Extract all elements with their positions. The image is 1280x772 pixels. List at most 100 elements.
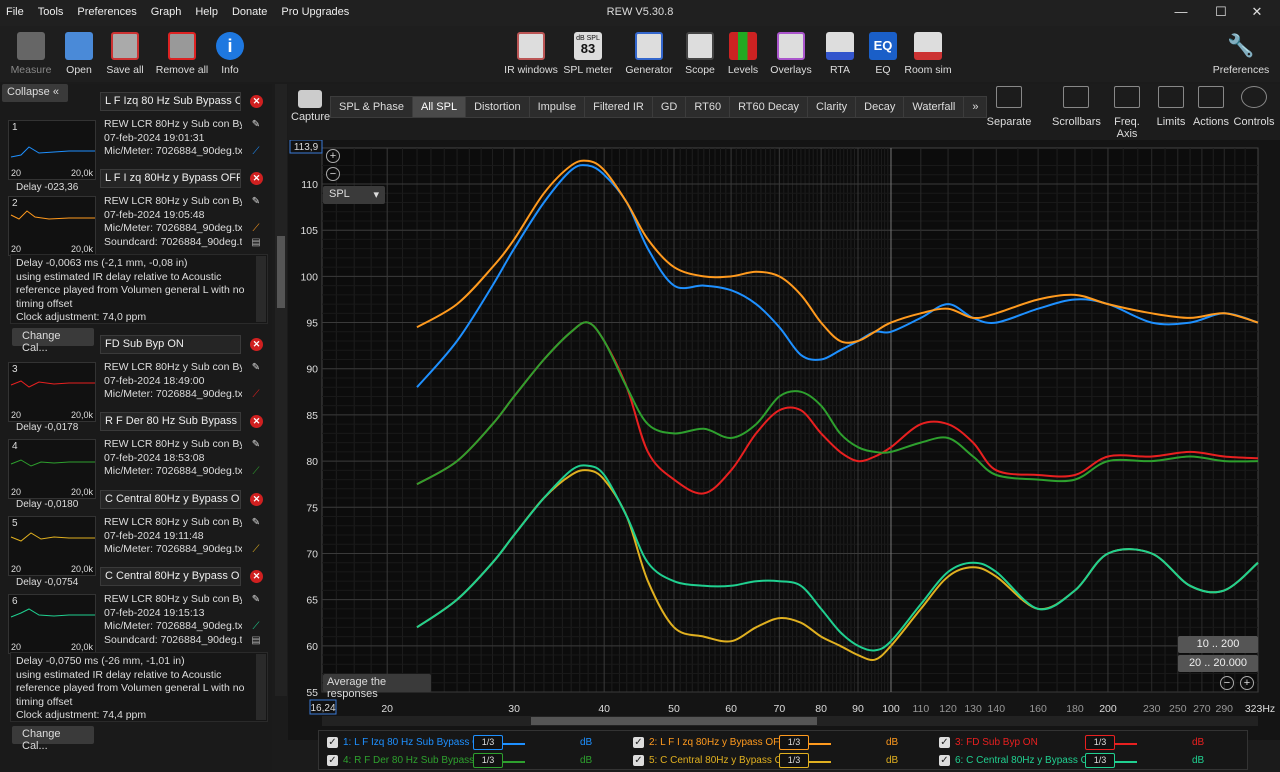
change-cal-button[interactable]: Change Cal... (12, 328, 94, 354)
tab-more[interactable]: » (963, 96, 988, 118)
zoom-out-x-icon[interactable]: − (1220, 676, 1234, 690)
measurement-name-1[interactable]: L F Izq 80 Hz Sub Bypass ON (100, 92, 241, 111)
generator-icon (635, 32, 663, 60)
tab-waterfall[interactable]: Waterfall (903, 96, 964, 118)
measurement-thumbnail-4[interactable]: 4 20 20,0k (8, 439, 96, 499)
checkbox-icon[interactable]: ✓ (939, 755, 950, 766)
menu-graph[interactable]: Graph (151, 6, 182, 18)
measurement-info-2: REW LCR 80Hz y Sub con Bypa 07-feb-2024 … (104, 195, 242, 248)
close-measurement-icon[interactable]: ✕ (250, 338, 263, 351)
measurement-name-5[interactable]: C Central 80Hz y Bypass ON (100, 490, 241, 509)
menu-help[interactable]: Help (195, 6, 218, 18)
measurement-name-2[interactable]: L F I zq 80Hz y Bypass OFF fe (100, 169, 241, 188)
tab-rt60-decay[interactable]: RT60 Decay (729, 96, 807, 118)
menu-preferences[interactable]: Preferences (77, 6, 136, 18)
measurement-side-icons: ✎ ⟋ ▤ (251, 196, 261, 248)
measurement-thumbnail-3[interactable]: 3 20 20,0k (8, 362, 96, 422)
measurement-thumbnail-6[interactable]: 6 20 20,0k (8, 594, 96, 654)
actions-button[interactable]: Actions (1192, 86, 1230, 128)
menu-donate[interactable]: Donate (232, 6, 267, 18)
close-measurement-icon[interactable]: ✕ (250, 570, 263, 583)
delay-scrollbar[interactable] (256, 654, 266, 720)
measurement-side-icons: ✎ ⟋ ▤ (251, 594, 261, 646)
close-measurement-icon[interactable]: ✕ (250, 172, 263, 185)
checkbox-icon[interactable]: ✓ (939, 737, 950, 748)
eq-button[interactable]: EQ EQ (868, 32, 898, 76)
controls-button[interactable]: Controls (1232, 86, 1276, 128)
open-button[interactable]: Open (60, 32, 98, 76)
tab-distortion[interactable]: Distortion (465, 96, 529, 118)
preferences-button[interactable]: 🔧 Preferences (1212, 32, 1270, 76)
overlays-button[interactable]: Overlays (770, 32, 812, 76)
checkbox-icon[interactable]: ✓ (327, 737, 338, 748)
tab-rt60[interactable]: RT60 (685, 96, 730, 118)
y-tick-label: 105 (300, 225, 318, 237)
close-measurement-icon[interactable]: ✕ (250, 493, 263, 506)
x-tick-label: 230 (1143, 703, 1161, 715)
separate-button[interactable]: Separate (986, 86, 1032, 128)
info-button[interactable]: i Info (214, 32, 246, 76)
remove-all-button[interactable]: Remove all (154, 32, 210, 76)
menu-pro-upgrades[interactable]: Pro Upgrades (281, 6, 349, 18)
spl-graph[interactable]: 55 60 65 70 75 80 85 90 95 100 105 110 20 30 40 50 60 70 8… (288, 140, 1280, 740)
x-tick-label: 100 (882, 703, 900, 715)
close-measurement-icon[interactable]: ✕ (250, 95, 263, 108)
range-10-200-button[interactable]: 10 .. 200 (1178, 636, 1258, 653)
room-sim-button[interactable]: Room sim (904, 32, 952, 76)
collapse-button[interactable]: Collapse « (2, 84, 68, 102)
tab-decay[interactable]: Decay (855, 96, 904, 118)
measurement-thumbnail-1[interactable]: 1 20 20,0k (8, 120, 96, 180)
x-tick-label: 140 (988, 703, 1006, 715)
y-tick-label: 55 (306, 687, 318, 699)
spl-chart[interactable]: 55 60 65 70 75 80 85 90 95 100 105 110 20 30 40 50 60 70 8… (288, 140, 1280, 732)
measure-icon (17, 32, 45, 60)
measurement-name-4[interactable]: R F Der 80 Hz Sub Bypass OF (100, 412, 241, 431)
measure-button[interactable]: Measure (8, 32, 54, 76)
close-icon[interactable]: ✕ (1242, 4, 1272, 22)
delay-scrollbar[interactable] (256, 256, 266, 322)
x-tick-label: 250 (1169, 703, 1187, 715)
y-tick-label: 90 (306, 364, 318, 376)
zoom-in-icon[interactable]: + (326, 149, 340, 163)
rta-button[interactable]: RTA (826, 32, 854, 76)
measurement-thumbnail-2[interactable]: 2 20 20,0k (8, 196, 96, 256)
measurement-name-3[interactable]: FD Sub Byp ON (100, 335, 241, 354)
panel-scrollbar[interactable] (275, 84, 287, 696)
checkbox-icon[interactable]: ✓ (633, 755, 644, 766)
checkbox-icon[interactable]: ✓ (327, 755, 338, 766)
x-tick-label: 200 (1099, 703, 1117, 715)
measurement-thumbnail-5[interactable]: 5 20 20,0k (8, 516, 96, 576)
measurement-info-1: REW LCR 80Hz y Sub con Bypa 07-feb-2024 … (104, 118, 242, 158)
generator-button[interactable]: Generator (624, 32, 674, 76)
tab-clarity[interactable]: Clarity (807, 96, 856, 118)
limits-button[interactable]: Limits (1154, 86, 1188, 128)
tab-all-spl[interactable]: All SPL (412, 96, 466, 118)
zoom-in-x-icon[interactable]: + (1240, 676, 1254, 690)
tab-filtered-ir[interactable]: Filtered IR (584, 96, 652, 118)
checkbox-icon[interactable]: ✓ (633, 737, 644, 748)
maximize-icon[interactable]: ☐ (1206, 4, 1236, 22)
tab-spl-phase[interactable]: SPL & Phase (330, 96, 413, 118)
change-cal-button[interactable]: Change Cal... (12, 726, 94, 752)
capture-button[interactable]: Capture (291, 90, 330, 123)
scope-button[interactable]: Scope (684, 32, 716, 76)
save-all-button[interactable]: Save all (104, 32, 146, 76)
scrollbars-button[interactable]: Scrollbars (1052, 86, 1101, 128)
menu-file[interactable]: File (6, 6, 24, 18)
menu-tools[interactable]: Tools (38, 6, 64, 18)
average-responses-button[interactable]: Average the responses (323, 674, 431, 700)
close-measurement-icon[interactable]: ✕ (250, 415, 263, 428)
range-20-20000-button[interactable]: 20 .. 20.000 (1178, 655, 1258, 672)
freq-axis-button[interactable]: Freq. Axis (1104, 86, 1150, 140)
minimize-icon[interactable]: — (1166, 4, 1196, 22)
tab-impulse[interactable]: Impulse (528, 96, 585, 118)
tab-gd[interactable]: GD (651, 96, 686, 118)
levels-button[interactable]: Levels (726, 32, 760, 76)
spl-meter-button[interactable]: dB SPL 83 SPL meter (562, 32, 614, 76)
zoom-out-icon[interactable]: − (326, 167, 340, 181)
measurement-name-6[interactable]: C Central 80Hz y Bypass OFF (100, 567, 241, 586)
panel-scrollbar-thumb[interactable] (277, 236, 285, 308)
spl-selector[interactable]: SPL ▾ (323, 186, 385, 204)
ir-windows-button[interactable]: IR windows (503, 32, 559, 76)
remove-icon (168, 32, 196, 60)
